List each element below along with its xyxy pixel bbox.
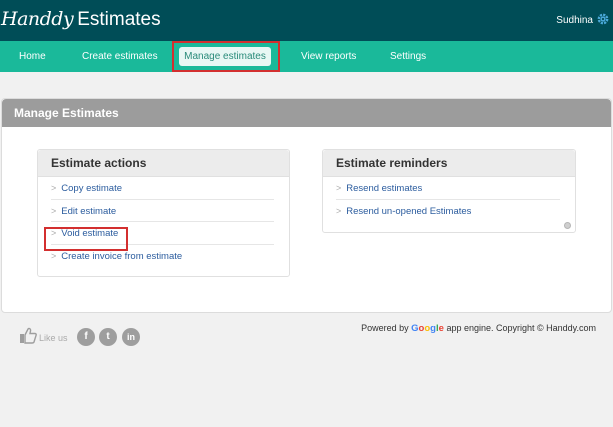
like-us-label: Like us	[39, 333, 68, 343]
linkedin-icon[interactable]: in	[122, 328, 140, 346]
footer-copyright: Powered by Google app engine. Copyright …	[361, 323, 596, 334]
estimate-reminders-title: Estimate reminders	[323, 150, 575, 177]
logo-handdy: Handdy	[1, 8, 74, 30]
nav-settings[interactable]: Settings	[390, 41, 426, 72]
chevron-right-icon: >	[51, 183, 57, 193]
header-bar: Handdy Estimates Sudhina	[0, 0, 613, 41]
resend-estimates-link[interactable]: > Resend estimates	[336, 177, 560, 200]
twitter-icon[interactable]: t	[99, 328, 117, 346]
chevron-right-icon: >	[51, 205, 57, 216]
estimate-actions-title: Estimate actions	[38, 150, 289, 177]
powered-by-label: Powered by	[361, 323, 409, 333]
thumbs-up-icon	[19, 327, 37, 344]
edit-estimate-link[interactable]: > Edit estimate	[51, 200, 274, 222]
facebook-icon[interactable]: f	[77, 328, 95, 346]
page-title: Manage Estimates	[2, 99, 611, 127]
nav-create-estimates[interactable]: Create estimates	[82, 41, 158, 72]
resize-handle[interactable]	[564, 222, 571, 229]
engine-copyright-label: app engine. Copyright © Handdy.com	[446, 323, 596, 333]
gear-icon[interactable]	[596, 12, 610, 26]
manage-estimates-panel: Manage Estimates Estimate actions > Copy …	[1, 98, 612, 313]
nav-view-reports[interactable]: View reports	[301, 41, 356, 72]
chevron-right-icon: >	[51, 250, 57, 261]
estimate-actions-box: Estimate actions > Copy estimate > Edit es…	[37, 149, 290, 277]
google-logo: Google	[411, 323, 444, 334]
nav-home[interactable]: Home	[19, 41, 46, 72]
main-nav: Home Create estimates Manage estimates V…	[0, 41, 613, 72]
void-highlight-box	[44, 227, 128, 251]
nav-highlight-box	[172, 41, 280, 72]
app-logo[interactable]: Handdy Estimates	[1, 8, 161, 31]
chevron-right-icon: >	[336, 183, 342, 193]
logo-estimates: Estimates	[77, 9, 161, 30]
copy-estimate-link[interactable]: > Copy estimate	[51, 177, 274, 200]
estimate-reminders-box: Estimate reminders > Resend estimates > Re…	[322, 149, 576, 233]
user-name[interactable]: Sudhina	[556, 15, 593, 26]
chevron-right-icon: >	[336, 205, 342, 216]
resend-unopened-link[interactable]: > Resend un-opened Estimates	[336, 200, 560, 223]
